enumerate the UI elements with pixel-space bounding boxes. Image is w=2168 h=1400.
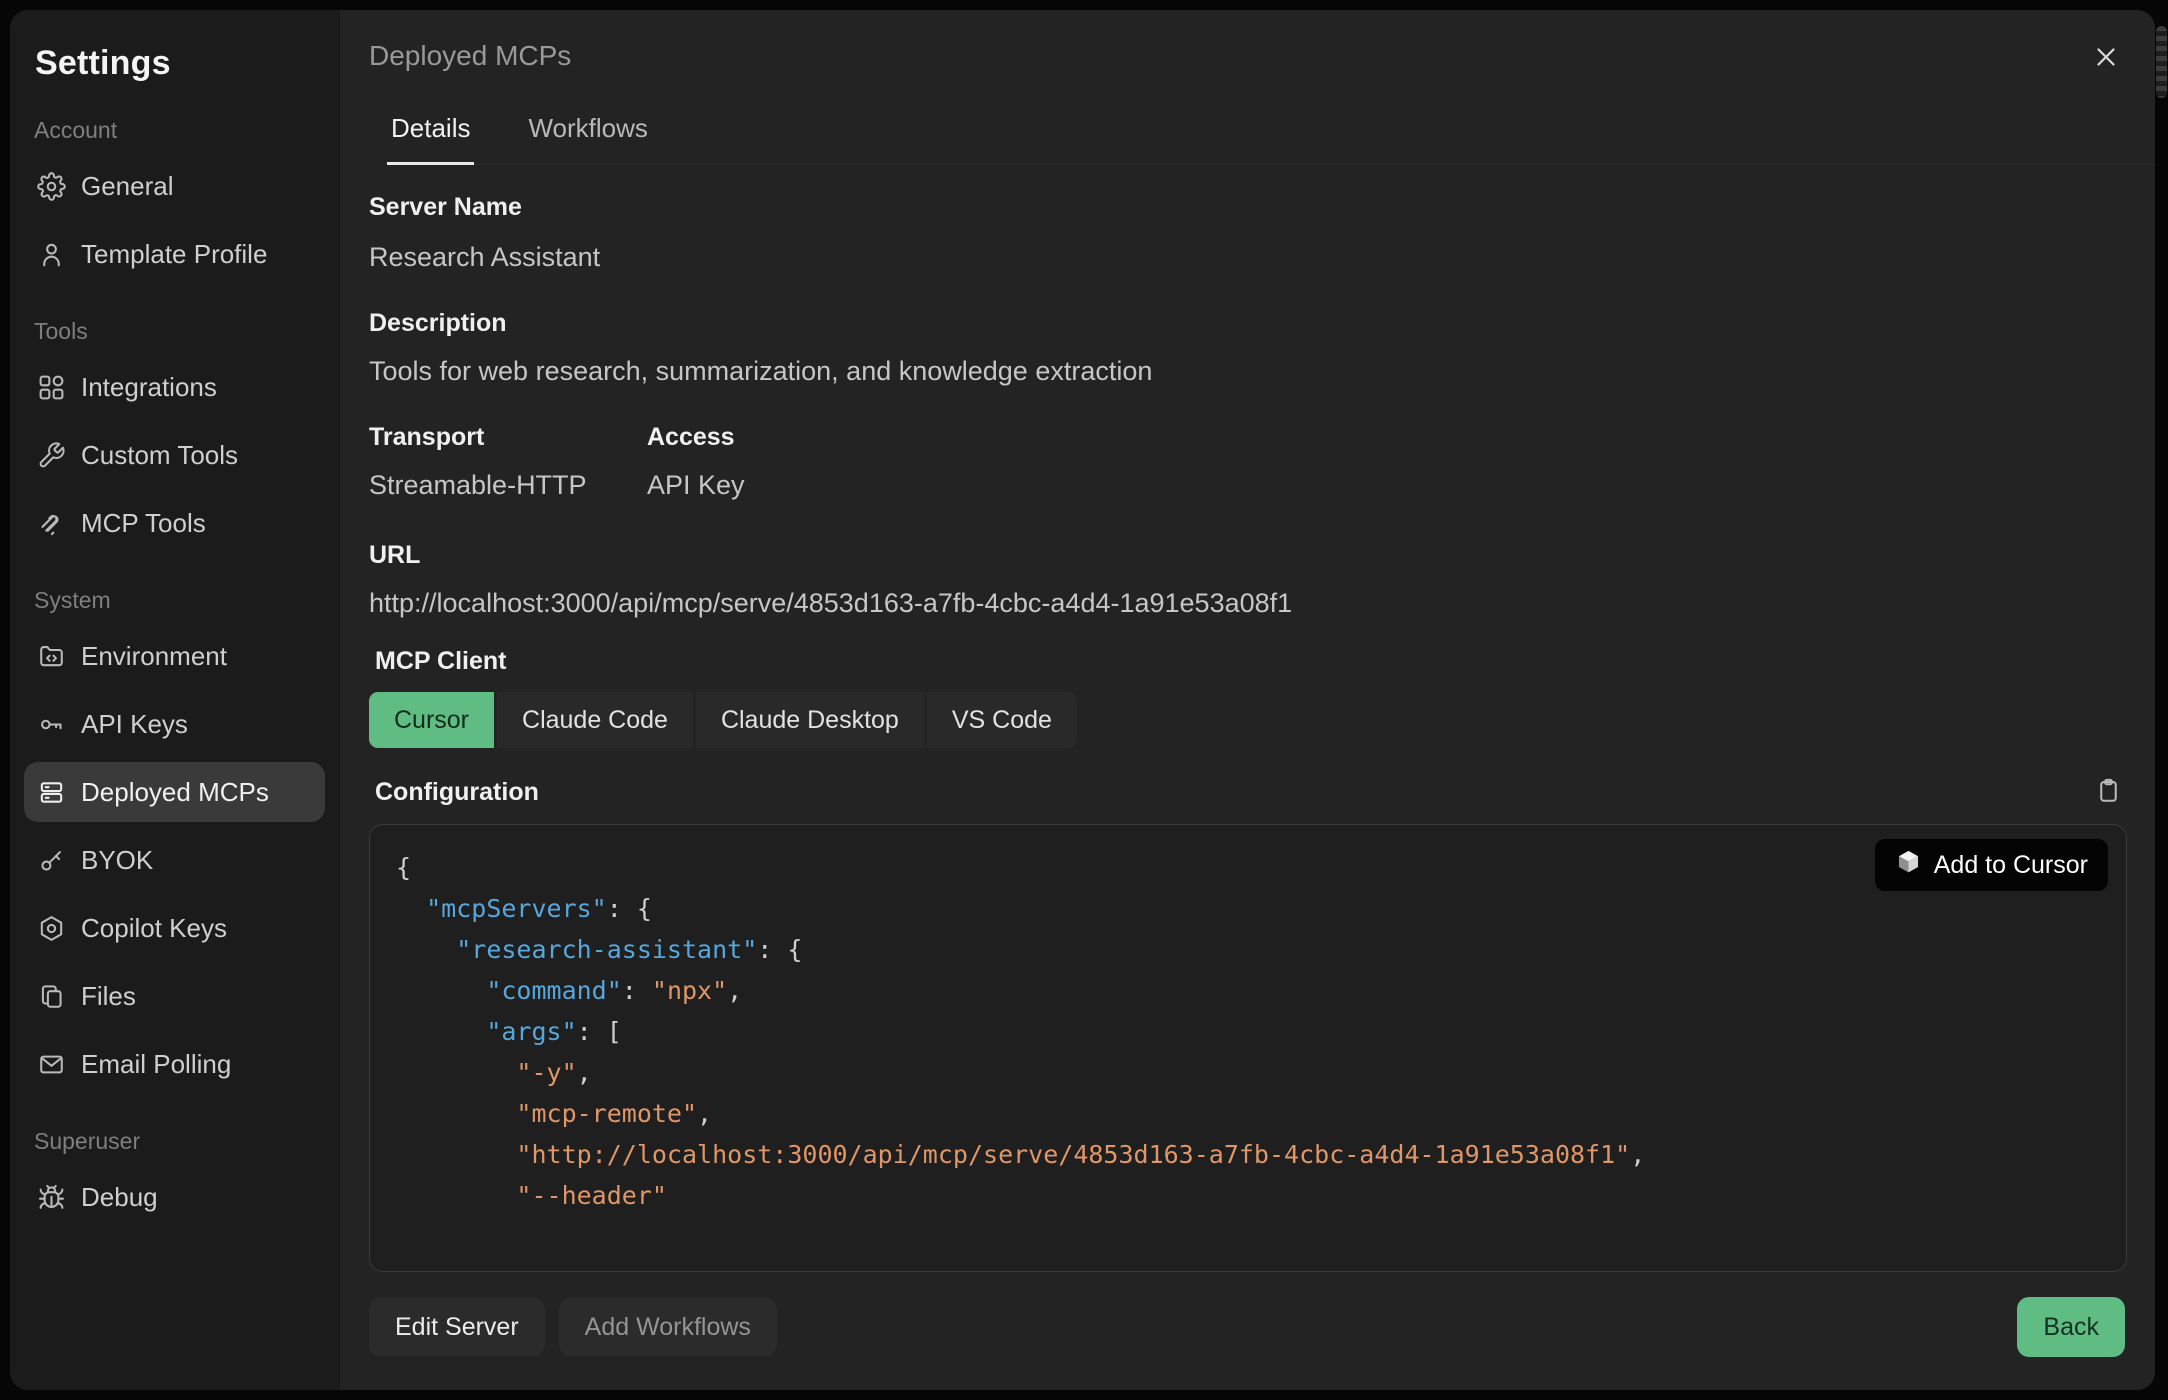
mcp-client-group: CursorClaude CodeClaude DesktopVS Code: [369, 692, 2127, 748]
add-to-cursor-label: Add to Cursor: [1934, 851, 2088, 880]
code-line: "http://localhost:3000/api/mcp/serve/485…: [396, 1134, 2100, 1175]
tab-workflows[interactable]: Workflows: [524, 113, 651, 165]
gear-icon: [36, 171, 66, 201]
footer: Edit Server Add Workflows Back: [340, 1272, 2155, 1390]
code-line: "args": [: [396, 1011, 2100, 1052]
hexagon-icon: [36, 913, 66, 943]
code-content: { "mcpServers": { "research-assistant": …: [396, 847, 2100, 1216]
access-value: API Key: [647, 470, 745, 501]
configuration-code-block[interactable]: { "mcpServers": { "research-assistant": …: [369, 824, 2127, 1272]
client-button-vs-code[interactable]: VS Code: [927, 692, 1077, 748]
sidebar-item-label: General: [81, 171, 174, 202]
copy-configuration-button[interactable]: [2092, 774, 2125, 810]
sidebar-item-email-polling[interactable]: Email Polling: [24, 1034, 325, 1094]
sidebar-item-label: Email Polling: [81, 1049, 231, 1080]
sidebar-item-label: Files: [81, 981, 136, 1012]
sidebar-item-debug[interactable]: Debug: [24, 1167, 325, 1227]
sidebar-item-label: Copilot Keys: [81, 913, 227, 944]
files-icon: [36, 981, 66, 1011]
sidebar-item-label: API Keys: [81, 709, 188, 740]
page-title: Deployed MCPs: [369, 40, 571, 72]
back-button[interactable]: Back: [2017, 1297, 2125, 1357]
sidebar-section-label-account: Account: [34, 117, 325, 144]
add-workflows-button[interactable]: Add Workflows: [559, 1298, 777, 1356]
page-background: Settings Account General Template Profile T…: [0, 0, 2168, 1400]
code-line: "mcp-remote",: [396, 1093, 2100, 1134]
code-line: "mcpServers": {: [396, 888, 2100, 929]
close-button[interactable]: [2087, 38, 2125, 79]
sidebar-section-label-tools: Tools: [34, 318, 325, 345]
server-icon: [36, 777, 66, 807]
close-icon: [2091, 60, 2121, 75]
sidebar-section-label-system: System: [34, 587, 325, 614]
sidebar-item-label: Template Profile: [81, 239, 267, 270]
description-value: Tools for web research, summarization, a…: [369, 356, 2127, 387]
edit-server-button[interactable]: Edit Server: [369, 1298, 545, 1356]
sidebar-item-label: BYOK: [81, 845, 153, 876]
sidebar-item-template-profile[interactable]: Template Profile: [24, 224, 325, 284]
code-line: {: [396, 847, 2100, 888]
code-line: "--header": [396, 1175, 2100, 1216]
client-button-claude-desktop[interactable]: Claude Desktop: [696, 692, 924, 748]
sidebar-item-label: Deployed MCPs: [81, 777, 269, 808]
sidebar-item-custom-tools[interactable]: Custom Tools: [24, 425, 325, 485]
tab-details[interactable]: Details: [387, 113, 474, 165]
code-line: "research-assistant": {: [396, 929, 2100, 970]
settings-title: Settings: [35, 44, 325, 83]
configuration-label: Configuration: [375, 778, 539, 807]
sidebar: Settings Account General Template Profile T…: [10, 10, 340, 1390]
mcp-client-label: MCP Client: [375, 647, 2127, 676]
cursor-cube-icon: [1895, 848, 1922, 882]
grid-icon: [36, 372, 66, 402]
server-name-value: Research Assistant: [369, 242, 2127, 273]
sidebar-item-label: Environment: [81, 641, 227, 672]
client-button-claude-code[interactable]: Claude Code: [497, 692, 693, 748]
key-icon: [36, 709, 66, 739]
server-name-label: Server Name: [369, 193, 2127, 222]
transport-value: Streamable-HTTP: [369, 470, 647, 501]
transport-label: Transport: [369, 423, 647, 452]
description-label: Description: [369, 309, 2127, 338]
add-to-cursor-button[interactable]: Add to Cursor: [1875, 839, 2108, 891]
sidebar-item-label: Debug: [81, 1182, 158, 1213]
sidebar-item-files[interactable]: Files: [24, 966, 325, 1026]
sidebar-item-label: Custom Tools: [81, 440, 238, 471]
sidebar-item-general[interactable]: General: [24, 156, 325, 216]
bug-icon: [36, 1182, 66, 1212]
code-line: "-y",: [396, 1052, 2100, 1093]
mcp-icon: [36, 508, 66, 538]
sidebar-item-label: Integrations: [81, 372, 217, 403]
key-angled-icon: [36, 845, 66, 875]
sidebar-item-copilot-keys[interactable]: Copilot Keys: [24, 898, 325, 958]
sidebar-sections: Account General Template Profile Tools Integ…: [24, 117, 325, 1227]
sidebar-item-label: MCP Tools: [81, 508, 206, 539]
folder-code-icon: [36, 641, 66, 671]
url-label: URL: [369, 541, 2127, 570]
mail-icon: [36, 1049, 66, 1079]
code-line: "command": "npx",: [396, 970, 2100, 1011]
sidebar-item-integrations[interactable]: Integrations: [24, 357, 325, 417]
person-icon: [36, 239, 66, 269]
sidebar-section-label-superuser: Superuser: [34, 1128, 325, 1155]
page-scrollbar-thumb[interactable]: [2156, 26, 2167, 98]
clipboard-icon: [2094, 793, 2123, 808]
sidebar-item-mcp-tools[interactable]: MCP Tools: [24, 493, 325, 553]
sidebar-item-byok[interactable]: BYOK: [24, 830, 325, 890]
main-panel: Deployed MCPs Details Workflows Server Na…: [340, 10, 2155, 1390]
main-header: Deployed MCPs: [340, 10, 2155, 79]
settings-modal: Settings Account General Template Profile T…: [10, 10, 2155, 1390]
sidebar-item-environment[interactable]: Environment: [24, 626, 325, 686]
details-content: Server Name Research Assistant Descripti…: [340, 165, 2155, 1272]
url-value: http://localhost:3000/api/mcp/serve/4853…: [369, 588, 2127, 619]
sidebar-item-api-keys[interactable]: API Keys: [24, 694, 325, 754]
access-label: Access: [647, 423, 745, 452]
tab-bar: Details Workflows: [387, 113, 2155, 165]
sidebar-item-deployed-mcps[interactable]: Deployed MCPs: [24, 762, 325, 822]
wrench-icon: [36, 440, 66, 470]
client-button-cursor[interactable]: Cursor: [369, 692, 494, 748]
